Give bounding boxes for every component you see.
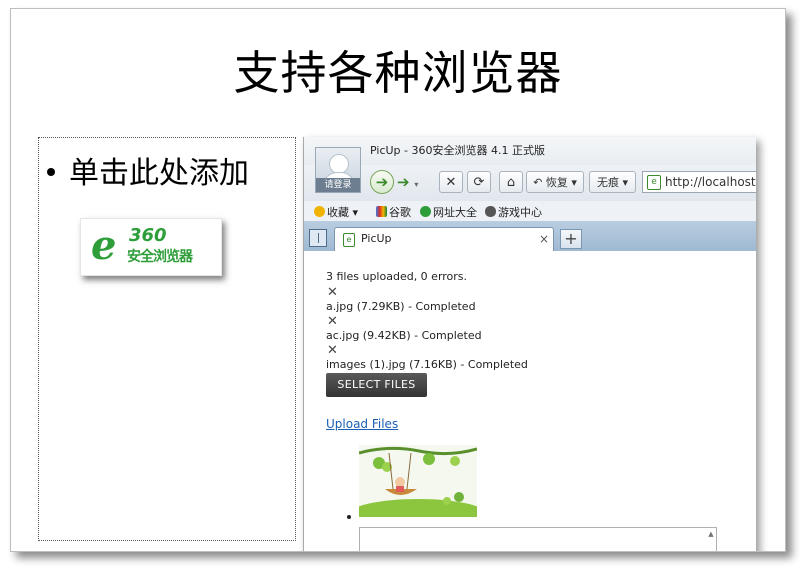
remove-file-icon[interactable]: ✕ (327, 286, 339, 299)
address-url: http://localhost: (665, 175, 756, 189)
ie-icon (420, 206, 431, 217)
bookmarks-bar: 收藏 ▾ 谷歌 网址大全 游戏中心 (304, 201, 756, 221)
slide-title[interactable]: 支持各种浏览器 (11, 37, 785, 103)
tab-close-icon[interactable]: × (539, 228, 549, 250)
page-icon: e (647, 175, 661, 190)
restore-button[interactable]: ↶ 恢复 ▾ (526, 171, 584, 193)
stop-button[interactable]: ✕ (439, 171, 463, 193)
arrow-right-icon: ➔ (397, 173, 410, 191)
file-status: ac.jpg (9.42KB) - Completed (326, 329, 482, 342)
bookmark-google[interactable]: 谷歌 (376, 204, 411, 220)
incognito-button[interactable]: 无痕 ▾ (589, 171, 636, 193)
close-icon: ✕ (445, 175, 457, 190)
forward-button[interactable]: ➔ ▾ (397, 172, 427, 192)
google-icon (376, 206, 387, 217)
address-bar[interactable]: e http://localhost: (642, 171, 756, 193)
bullet-dot-icon (47, 168, 55, 176)
upload-summary: 3 files uploaded, 0 errors. (326, 270, 468, 283)
window-titlebar: PicUp - 360安全浏览器 4.1 正式版 (304, 137, 756, 165)
ie-style-e-icon: e (91, 222, 117, 269)
description-textarea[interactable]: ▲ (359, 527, 717, 551)
tab-bar: e PicUp × + (304, 221, 756, 251)
bookmark-sites[interactable]: 网址大全 (420, 204, 477, 220)
bullet-text: 单击此处添加 (69, 156, 249, 191)
content-placeholder[interactable]: 单击此处添加 e 360 安全浏览器 (38, 137, 296, 541)
logo-number: 360 (129, 225, 167, 246)
refresh-icon: ⟳ (473, 175, 485, 190)
bookmark-favorites[interactable]: 收藏 ▾ (314, 204, 358, 220)
back-button[interactable]: ➔ (370, 170, 394, 194)
tab-label: PicUp (361, 232, 392, 245)
page-content: 3 files uploaded, 0 errors. ✕ a.jpg (7.2… (304, 251, 756, 551)
logo-name: 安全浏览器 (127, 249, 193, 265)
file-status: images (1).jpg (7.16KB) - Completed (326, 358, 528, 371)
slide: 支持各种浏览器 单击此处添加 e 360 安全浏览器 PicUp - 360安全… (10, 8, 786, 552)
page-icon: e (343, 233, 355, 247)
refresh-button[interactable]: ⟳ (467, 171, 491, 193)
arrow-left-icon: ➔ (375, 173, 389, 191)
tab-picup[interactable]: e PicUp × (334, 227, 554, 251)
remove-file-icon[interactable]: ✕ (327, 344, 339, 357)
scroll-up-icon[interactable]: ▲ (706, 528, 716, 540)
avatar-head-icon (329, 154, 349, 174)
remove-file-icon[interactable]: ✕ (327, 315, 339, 328)
cartoon-swing-image (359, 445, 477, 517)
login-avatar[interactable]: 请登录 (315, 147, 361, 193)
navigation-toolbar: ➔ ➔ ▾ ✕ ⟳ ⌂ ↶ 恢复 ▾ 无痕 ▾ e http://localho… (304, 165, 756, 201)
sidebar-toggle-button[interactable] (309, 229, 327, 247)
home-button[interactable]: ⌂ (499, 171, 523, 193)
bookmark-games[interactable]: 游戏中心 (485, 204, 542, 220)
upload-files-link[interactable]: Upload Files (326, 417, 398, 431)
star-icon (314, 206, 325, 217)
login-label: 请登录 (316, 178, 360, 192)
uploaded-image-thumbnail[interactable] (359, 445, 477, 517)
select-files-button[interactable]: SELECT FILES (326, 373, 427, 397)
browser-logo-image[interactable]: e 360 安全浏览器 (80, 218, 222, 276)
gamepad-icon (485, 206, 496, 217)
file-status: a.jpg (7.29KB) - Completed (326, 300, 476, 313)
bullet-item[interactable]: 单击此处添加 (47, 148, 249, 192)
window-title: PicUp - 360安全浏览器 4.1 正式版 (370, 144, 545, 157)
new-tab-button[interactable]: + (560, 229, 582, 249)
browser-screenshot[interactable]: PicUp - 360安全浏览器 4.1 正式版 请登录 ➔ ➔ ▾ ✕ ⟳ ⌂… (303, 137, 756, 551)
list-bullet-icon (347, 515, 351, 519)
home-icon: ⌂ (506, 175, 516, 190)
